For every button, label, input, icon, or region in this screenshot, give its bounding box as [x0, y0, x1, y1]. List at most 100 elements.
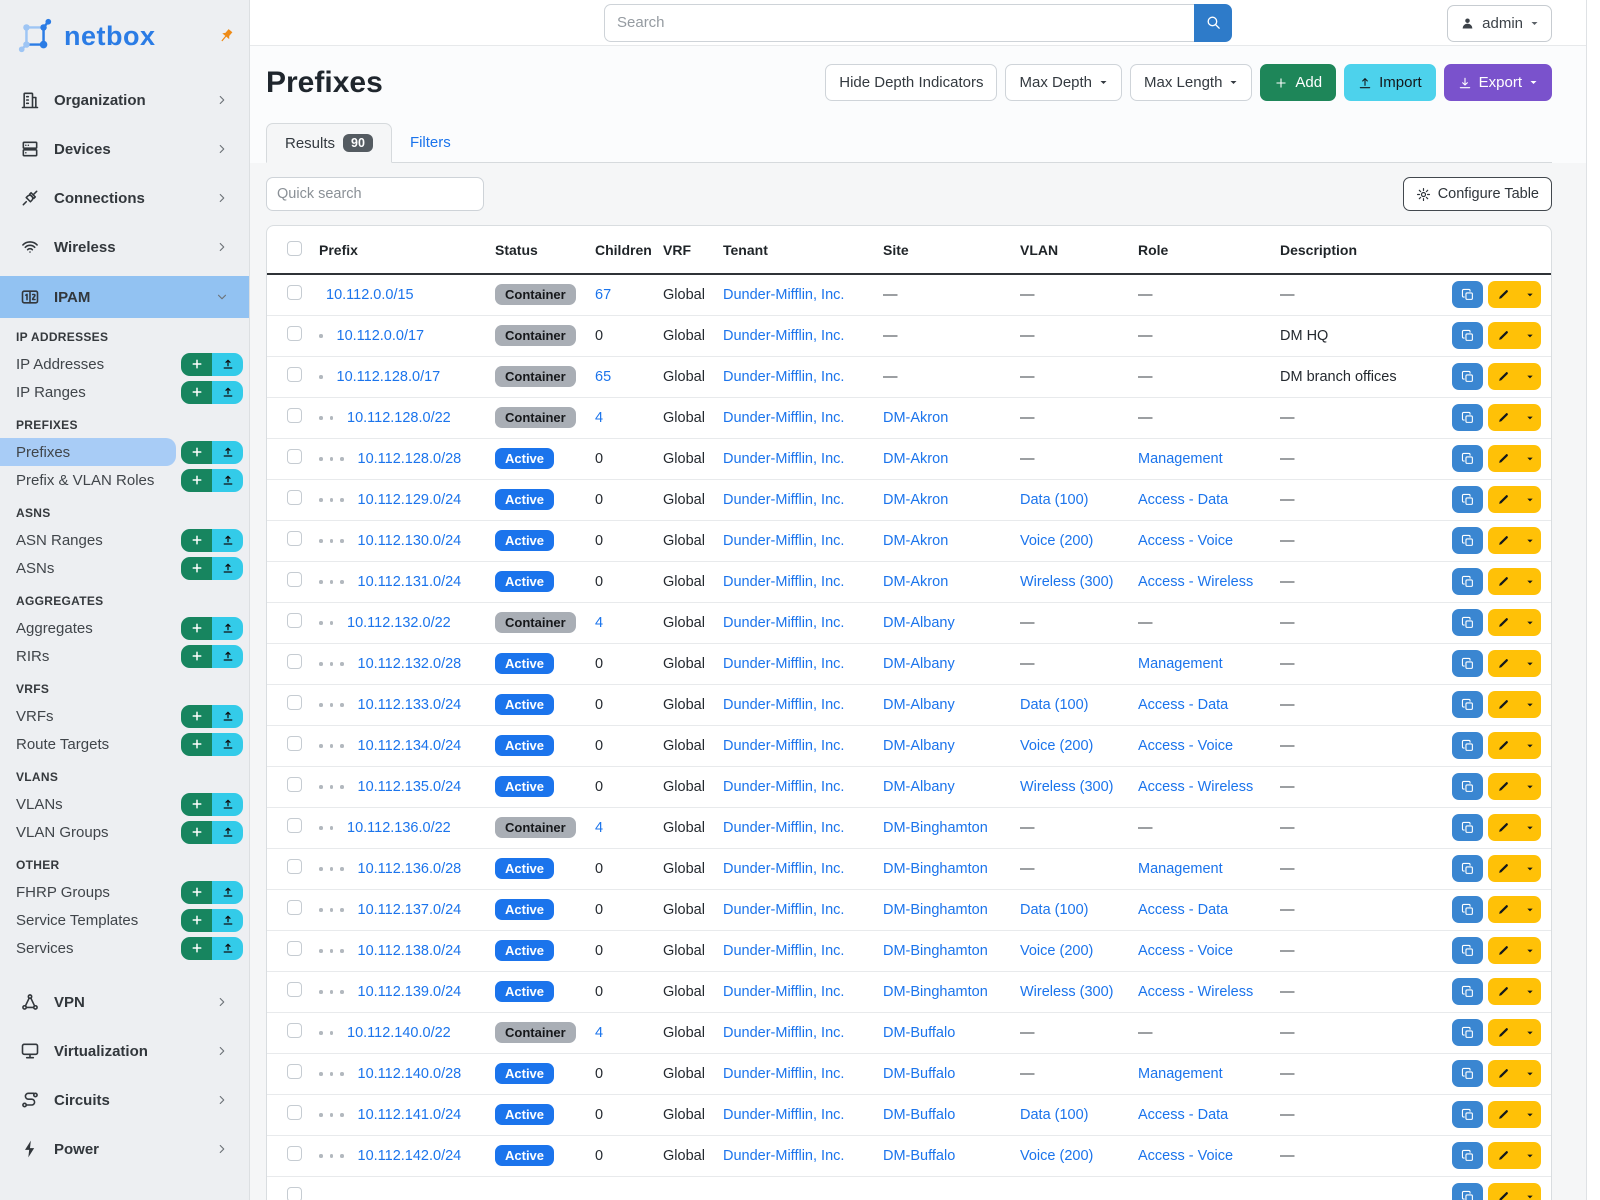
add-button[interactable] — [181, 469, 212, 492]
add-button[interactable]: Add — [1260, 64, 1336, 101]
edit-button[interactable] — [1488, 527, 1518, 554]
children-count-link[interactable]: 4 — [595, 1025, 603, 1041]
edit-dropdown-toggle[interactable] — [1518, 281, 1541, 308]
add-button[interactable] — [181, 557, 212, 580]
site-link[interactable]: DM-Binghamton — [883, 820, 988, 836]
column-header-status[interactable]: Status — [487, 226, 587, 274]
tenant-link[interactable]: Dunder-Mifflin, Inc. — [723, 861, 844, 877]
edit-button[interactable] — [1488, 281, 1518, 308]
tenant-link[interactable]: Dunder-Mifflin, Inc. — [723, 369, 844, 385]
row-checkbox[interactable] — [287, 859, 302, 874]
prefix-link[interactable]: 10.112.128.0/22 — [347, 410, 451, 426]
site-link[interactable]: DM-Albany — [883, 615, 955, 631]
row-checkbox[interactable] — [287, 449, 302, 464]
role-link[interactable]: Management — [1138, 861, 1223, 877]
vlan-link[interactable]: Data (100) — [1020, 492, 1089, 508]
site-link[interactable]: DM-Albany — [883, 779, 955, 795]
edit-button[interactable] — [1488, 773, 1518, 800]
edit-button[interactable] — [1488, 363, 1518, 390]
prefix-link[interactable]: 10.112.140.0/28 — [358, 1066, 462, 1082]
sidebar-item-circuits[interactable]: Circuits — [0, 1080, 249, 1120]
row-checkbox[interactable] — [287, 408, 302, 423]
edit-button[interactable] — [1488, 732, 1518, 759]
edit-dropdown-toggle[interactable] — [1518, 1019, 1541, 1046]
upload-icon[interactable] — [212, 645, 243, 668]
edit-dropdown-toggle[interactable] — [1518, 1183, 1541, 1200]
site-link[interactable]: DM-Buffalo — [883, 1025, 955, 1041]
sidebar-item-wireless[interactable]: Wireless — [0, 227, 249, 267]
sidebar-item-organization[interactable]: Organization — [0, 80, 249, 120]
vlan-link[interactable]: Voice (200) — [1020, 533, 1093, 549]
prefix-link[interactable]: 10.112.131.0/24 — [358, 574, 462, 590]
tenant-link[interactable]: Dunder-Mifflin, Inc. — [723, 574, 844, 590]
clone-button[interactable] — [1452, 855, 1483, 882]
column-header-site[interactable]: Site — [875, 226, 1012, 274]
column-header-role[interactable]: Role — [1130, 226, 1272, 274]
role-link[interactable]: Access - Wireless — [1138, 574, 1253, 590]
tenant-link[interactable]: Dunder-Mifflin, Inc. — [723, 902, 844, 918]
row-checkbox[interactable] — [287, 1023, 302, 1038]
clone-button[interactable] — [1452, 1183, 1483, 1200]
vlan-link[interactable]: Wireless (300) — [1020, 984, 1113, 1000]
sidebar-link-rirs[interactable]: RIRs — [0, 642, 249, 670]
vlan-link[interactable]: Voice (200) — [1020, 943, 1093, 959]
sidebar-link-services[interactable]: Services — [0, 934, 249, 962]
clone-button[interactable] — [1452, 691, 1483, 718]
upload-icon[interactable] — [212, 381, 243, 404]
clone-button[interactable] — [1452, 486, 1483, 513]
upload-icon[interactable] — [212, 441, 243, 464]
row-checkbox[interactable] — [287, 1187, 302, 1200]
tenant-link[interactable]: Dunder-Mifflin, Inc. — [723, 615, 844, 631]
clone-button[interactable] — [1452, 937, 1483, 964]
add-button[interactable] — [181, 381, 212, 404]
site-link[interactable]: DM-Akron — [883, 410, 948, 426]
prefix-link[interactable]: 10.112.132.0/22 — [347, 615, 451, 631]
column-header-prefix[interactable]: Prefix — [311, 226, 487, 274]
edit-button[interactable] — [1488, 691, 1518, 718]
sidebar-link-fhrp-groups[interactable]: FHRP Groups — [0, 878, 249, 906]
tenant-link[interactable]: Dunder-Mifflin, Inc. — [723, 410, 844, 426]
upload-icon[interactable] — [212, 529, 243, 552]
clone-button[interactable] — [1452, 814, 1483, 841]
add-button[interactable] — [181, 937, 212, 960]
edit-button[interactable] — [1488, 609, 1518, 636]
edit-dropdown-toggle[interactable] — [1518, 527, 1541, 554]
edit-button[interactable] — [1488, 814, 1518, 841]
row-checkbox[interactable] — [287, 818, 302, 833]
clone-button[interactable] — [1452, 650, 1483, 677]
clone-button[interactable] — [1452, 281, 1483, 308]
tenant-link[interactable]: Dunder-Mifflin, Inc. — [723, 492, 844, 508]
sidebar-item-power[interactable]: Power — [0, 1129, 249, 1169]
row-checkbox[interactable] — [287, 1064, 302, 1079]
prefix-link[interactable]: 10.112.141.0/24 — [358, 1107, 462, 1123]
edit-dropdown-toggle[interactable] — [1518, 773, 1541, 800]
edit-dropdown-toggle[interactable] — [1518, 445, 1541, 472]
site-link[interactable]: DM-Akron — [883, 492, 948, 508]
tab-filters[interactable]: Filters — [392, 123, 469, 162]
row-checkbox[interactable] — [287, 900, 302, 915]
tenant-link[interactable]: Dunder-Mifflin, Inc. — [723, 779, 844, 795]
row-checkbox[interactable] — [287, 1105, 302, 1120]
tenant-link[interactable]: Dunder-Mifflin, Inc. — [723, 656, 844, 672]
sidebar-link-vrfs[interactable]: VRFs — [0, 702, 249, 730]
quick-search-input[interactable] — [266, 177, 484, 211]
edit-button[interactable] — [1488, 937, 1518, 964]
add-button[interactable] — [181, 909, 212, 932]
add-button[interactable] — [181, 821, 212, 844]
site-link[interactable]: DM-Binghamton — [883, 861, 988, 877]
tenant-link[interactable]: Dunder-Mifflin, Inc. — [723, 738, 844, 754]
edit-button[interactable] — [1488, 855, 1518, 882]
prefix-link[interactable]: 10.112.136.0/28 — [358, 861, 462, 877]
tenant-link[interactable]: Dunder-Mifflin, Inc. — [723, 697, 844, 713]
edit-dropdown-toggle[interactable] — [1518, 978, 1541, 1005]
edit-button[interactable] — [1488, 445, 1518, 472]
clone-button[interactable] — [1452, 527, 1483, 554]
upload-icon[interactable] — [212, 793, 243, 816]
edit-dropdown-toggle[interactable] — [1518, 1101, 1541, 1128]
prefix-link[interactable]: 10.112.135.0/24 — [358, 779, 462, 795]
vlan-link[interactable]: Voice (200) — [1020, 738, 1093, 754]
max-depth-dropdown[interactable]: Max Depth — [1005, 64, 1122, 101]
tenant-link[interactable]: Dunder-Mifflin, Inc. — [723, 328, 844, 344]
edit-button[interactable] — [1488, 1060, 1518, 1087]
sidebar-item-connections[interactable]: Connections — [0, 178, 249, 218]
